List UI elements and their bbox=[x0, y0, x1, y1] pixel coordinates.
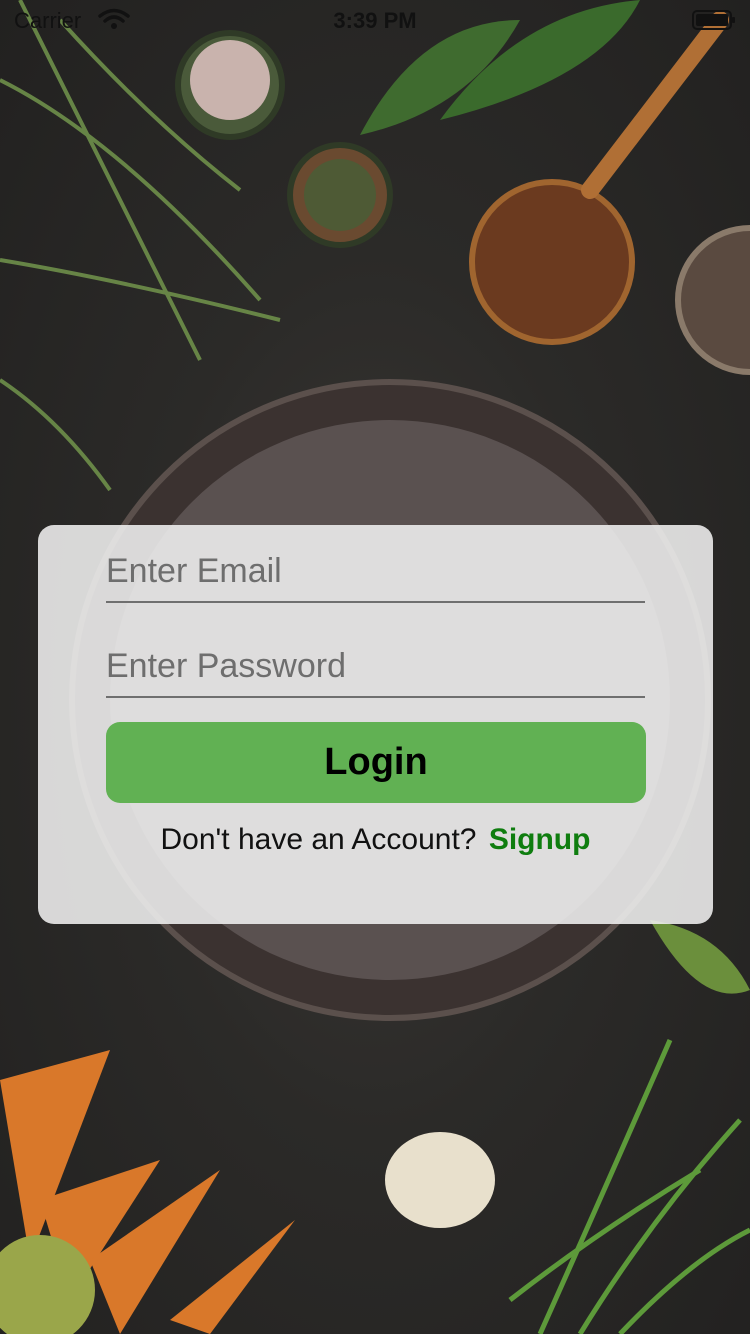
login-screen: Carrier 3:39 PM Login Don't have an Acco… bbox=[0, 0, 750, 1334]
email-input[interactable] bbox=[106, 541, 645, 601]
signup-row: Don't have an Account? Signup bbox=[38, 823, 713, 857]
status-bar: Carrier 3:39 PM bbox=[0, 0, 750, 40]
status-clock: 3:39 PM bbox=[333, 8, 417, 33]
password-field-container bbox=[106, 636, 645, 698]
email-field-container bbox=[106, 541, 645, 603]
password-input[interactable] bbox=[106, 636, 645, 696]
login-button[interactable]: Login bbox=[106, 722, 646, 803]
signup-prompt: Don't have an Account? bbox=[160, 823, 477, 856]
login-card: Login Don't have an Account? Signup bbox=[38, 525, 713, 924]
signup-link[interactable]: Signup bbox=[489, 823, 591, 856]
battery-icon bbox=[692, 10, 735, 30]
